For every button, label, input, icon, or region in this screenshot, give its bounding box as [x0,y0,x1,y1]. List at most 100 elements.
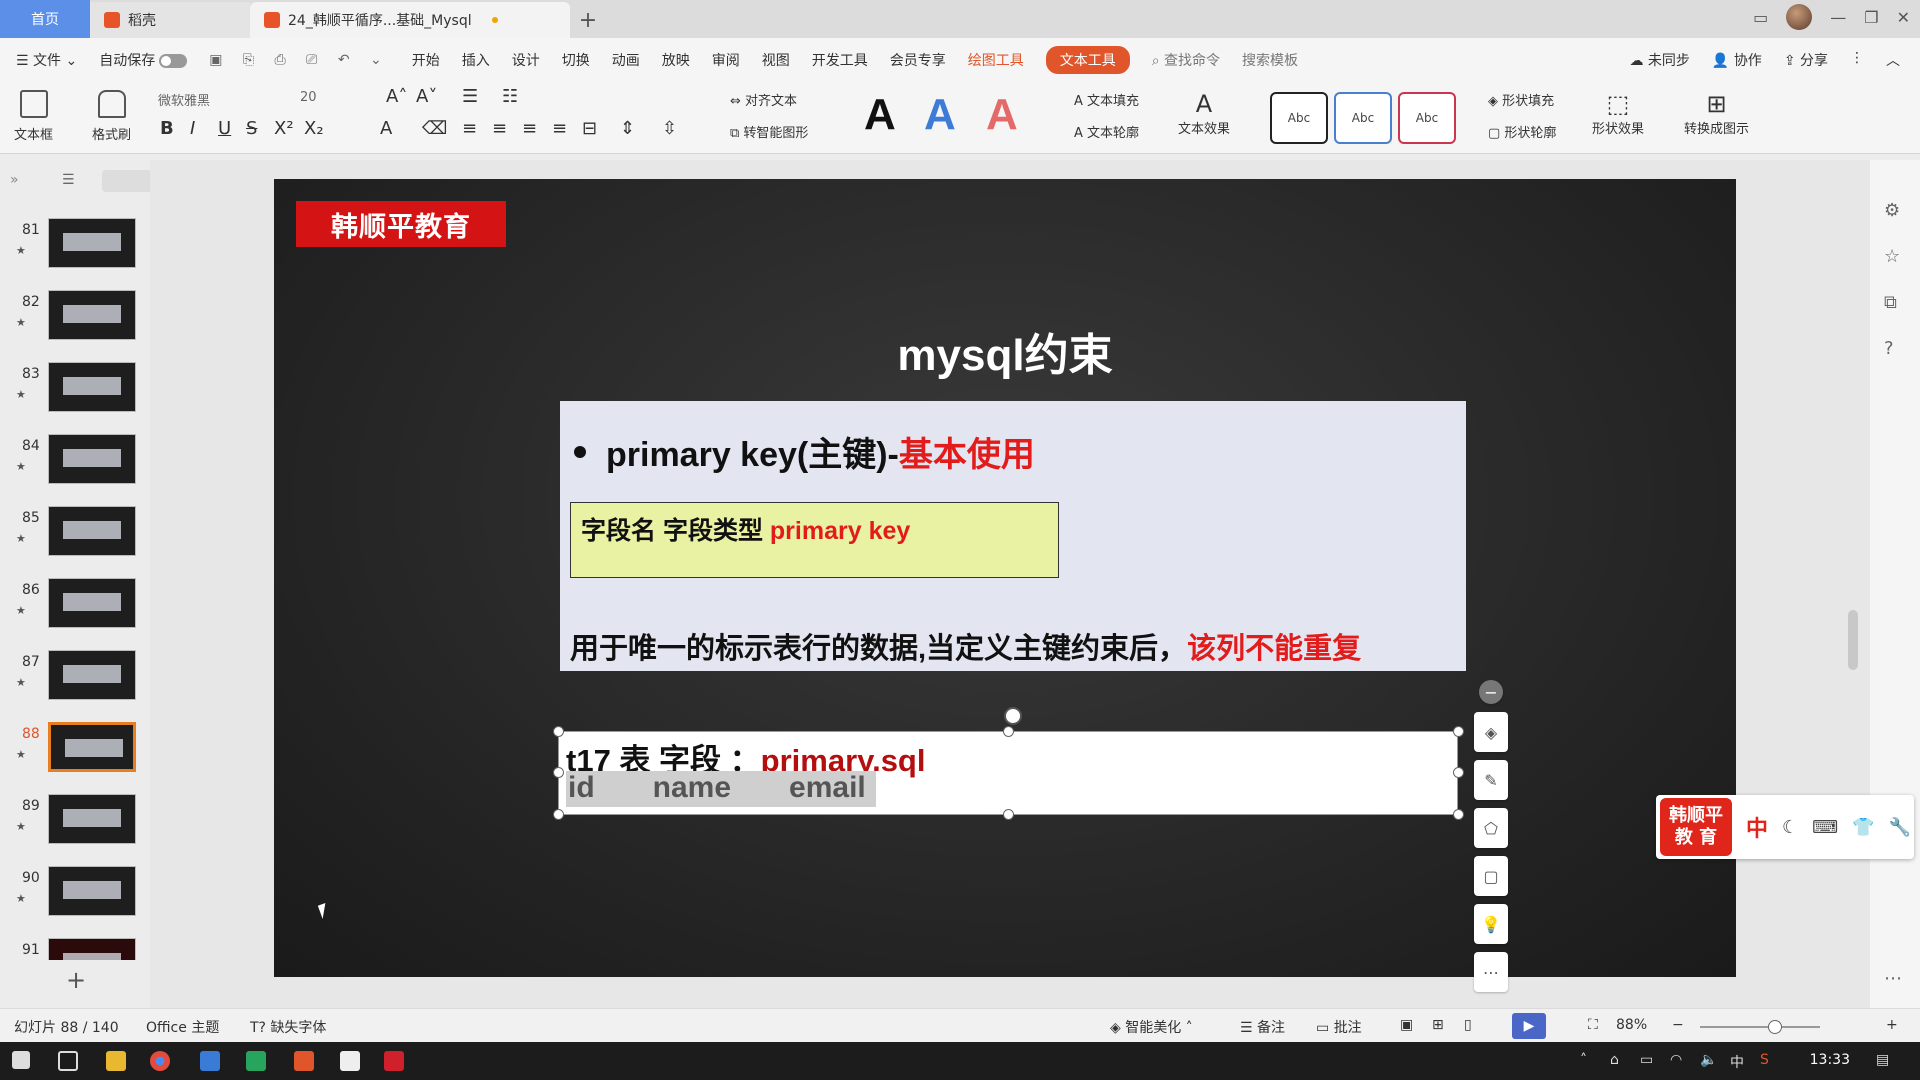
font-shrink-icon[interactable]: A˅ [416,86,437,107]
shape-style-blue[interactable]: Abc [1334,92,1392,144]
slide-thumbnail[interactable]: 90 ★ [0,866,150,926]
font-grow-icon[interactable]: A˄ [386,86,407,107]
sync-button[interactable]: ☁ 未同步 [1629,50,1689,70]
wps-icon[interactable] [294,1051,314,1071]
resize-handle[interactable] [553,726,564,737]
missing-font-button[interactable]: T? 缺失字体 [250,1017,326,1037]
slide[interactable]: 韩顺平教育 mysql约束 primary key(主键)-基本使用 字段名 字… [274,179,1736,977]
collab-button[interactable]: 👤 协作 [1712,50,1762,70]
theme-name[interactable]: Office 主题 [146,1017,219,1037]
bullets-icon[interactable]: ☰ [462,86,478,107]
zoom-slider-knob[interactable] [1768,1020,1782,1034]
restore-button[interactable]: ❐ [1864,8,1878,27]
shape-effect-button[interactable]: ⬚ 形状效果 [1592,90,1644,137]
menu-text-tools[interactable]: 文本工具 [1045,46,1130,74]
windows-start-icon[interactable] [12,1051,30,1069]
shape-style-black[interactable]: Abc [1270,92,1328,144]
text-fill-button[interactable]: A 文本填充 [1074,90,1139,109]
ime-logo[interactable]: 韩顺平 教 育 [1660,798,1732,856]
menu-file[interactable]: ☰ 文件 ⌄ [16,50,77,70]
menu-slideshow[interactable]: 放映 [662,50,690,70]
menu-view[interactable]: 视图 [762,50,790,70]
bulb-icon[interactable]: 💡 [1474,904,1508,944]
menu-animation[interactable]: 动画 [612,50,640,70]
shirt-icon[interactable]: 👕 [1852,817,1874,838]
task-view-icon[interactable] [58,1051,78,1071]
content-card[interactable]: primary key(主键)-基本使用 字段名 字段类型 primary ke… [560,401,1466,671]
text-style-black-icon[interactable]: A [864,90,896,140]
search-template[interactable]: 搜索模板 [1242,50,1298,70]
distribute-icon[interactable]: ⊟ [582,118,597,139]
menu-design[interactable]: 设计 [512,50,540,70]
tray-chevron-icon[interactable]: ˄ [1580,1052,1587,1068]
wrench-icon[interactable]: 🔧 [1889,817,1911,838]
format-painter-button[interactable]: 格式刷 [92,90,131,143]
eraser-icon[interactable]: ⌫ [422,118,447,139]
app-icon[interactable] [200,1051,220,1071]
slide-thumbnail-current[interactable]: 88 ★ [0,722,150,782]
layers-icon[interactable]: ◈ [1474,712,1508,752]
smartart-button[interactable]: ⧉ 转智能图形 [730,122,808,141]
text-outline-button[interactable]: A 文本轮廓 [1074,122,1139,141]
convert-diagram-button[interactable]: ⊞ 转换成图示 [1684,90,1749,137]
vertical-scrollbar[interactable] [1846,160,1860,1010]
resize-handle[interactable] [1003,809,1014,820]
numbering-icon[interactable]: ☷ [502,86,518,107]
slide-thumbnail[interactable]: 83 ★ [0,362,150,422]
menu-insert[interactable]: 插入 [462,50,490,70]
collapse-ribbon-icon[interactable]: ︿ [1886,50,1900,70]
menu-developer[interactable]: 开发工具 [812,50,868,70]
tab-home[interactable]: 首页 [0,0,90,38]
selected-textbox[interactable]: t17 表 字段 ：primary.sql id name email [558,731,1458,815]
normal-view-icon[interactable]: ▣ [1400,1017,1413,1033]
file-explorer-icon[interactable] [106,1051,126,1071]
slide-thumbnail[interactable]: 84 ★ [0,434,150,494]
notification-icon[interactable]: ▤ [1876,1052,1889,1068]
slide-thumbnail[interactable]: 85 ★ [0,506,150,566]
bold-button[interactable]: B [160,118,174,139]
text-effect-button[interactable]: A 文本效果 [1178,90,1230,137]
more-icon[interactable]: ⋮ [1850,50,1864,70]
sogou-icon[interactable]: S [1760,1052,1769,1068]
ime-mode-toggle[interactable]: 中 [1746,811,1768,843]
resize-handle[interactable] [553,767,564,778]
font-name-select[interactable]: 微软雅黑 [158,90,210,109]
play-slideshow-button[interactable]: ▶ [1512,1013,1546,1039]
battery-icon[interactable]: ▭ [1640,1052,1653,1068]
menu-transition[interactable]: 切换 [562,50,590,70]
italic-button[interactable]: I [190,118,195,139]
share-button[interactable]: ⇪ 分享 [1784,50,1828,70]
moon-icon[interactable]: ☾ [1782,817,1798,838]
beautify-button[interactable]: ◈ 智能美化 ˄ [1110,1017,1193,1037]
font-size-select[interactable]: 20 [300,90,317,105]
para-spacing-icon[interactable]: ⇳ [662,118,677,139]
textbox-button[interactable]: 文本框 [14,90,53,143]
volume-icon[interactable]: 🔈 [1700,1052,1717,1068]
slide-title[interactable]: mysql约束 [274,319,1736,383]
app-icon[interactable] [340,1051,360,1071]
ime-lang-indicator[interactable]: 中 [1730,1052,1744,1072]
new-tab-button[interactable]: + [570,2,606,38]
outline-view-button[interactable] [102,170,156,192]
slide-thumbnail[interactable]: 87 ★ [0,650,150,710]
slide-thumbnail[interactable]: 91 [0,938,150,960]
app-icon[interactable] [384,1051,404,1071]
underline-button[interactable]: U [218,118,231,139]
zoom-level[interactable]: 88% [1616,1017,1647,1033]
font-color-button[interactable]: A [380,118,392,139]
align-right-icon[interactable]: ≡ [522,118,537,139]
properties-icon[interactable]: ⚙ [1884,200,1900,221]
rotate-handle[interactable] [1004,707,1022,725]
reading-view-icon[interactable]: ▯ [1464,1017,1472,1033]
slide-thumbnail[interactable]: 82 ★ [0,290,150,350]
app-icon[interactable] [246,1051,266,1071]
align-text-button[interactable]: ⇔ 对齐文本 [730,90,797,109]
quick-access-icons[interactable]: ▣ ⎘ ⎙ ⎚ ↶ ⌄ [209,52,390,68]
align-center-icon[interactable]: ≡ [492,118,507,139]
slide-thumbnail[interactable]: 81 ★ [0,218,150,278]
avatar[interactable] [1786,4,1813,30]
resize-handle[interactable] [1453,809,1464,820]
close-button[interactable]: ✕ [1897,8,1910,27]
resize-handle[interactable] [1453,767,1464,778]
collapse-icon[interactable]: − [1479,680,1503,704]
